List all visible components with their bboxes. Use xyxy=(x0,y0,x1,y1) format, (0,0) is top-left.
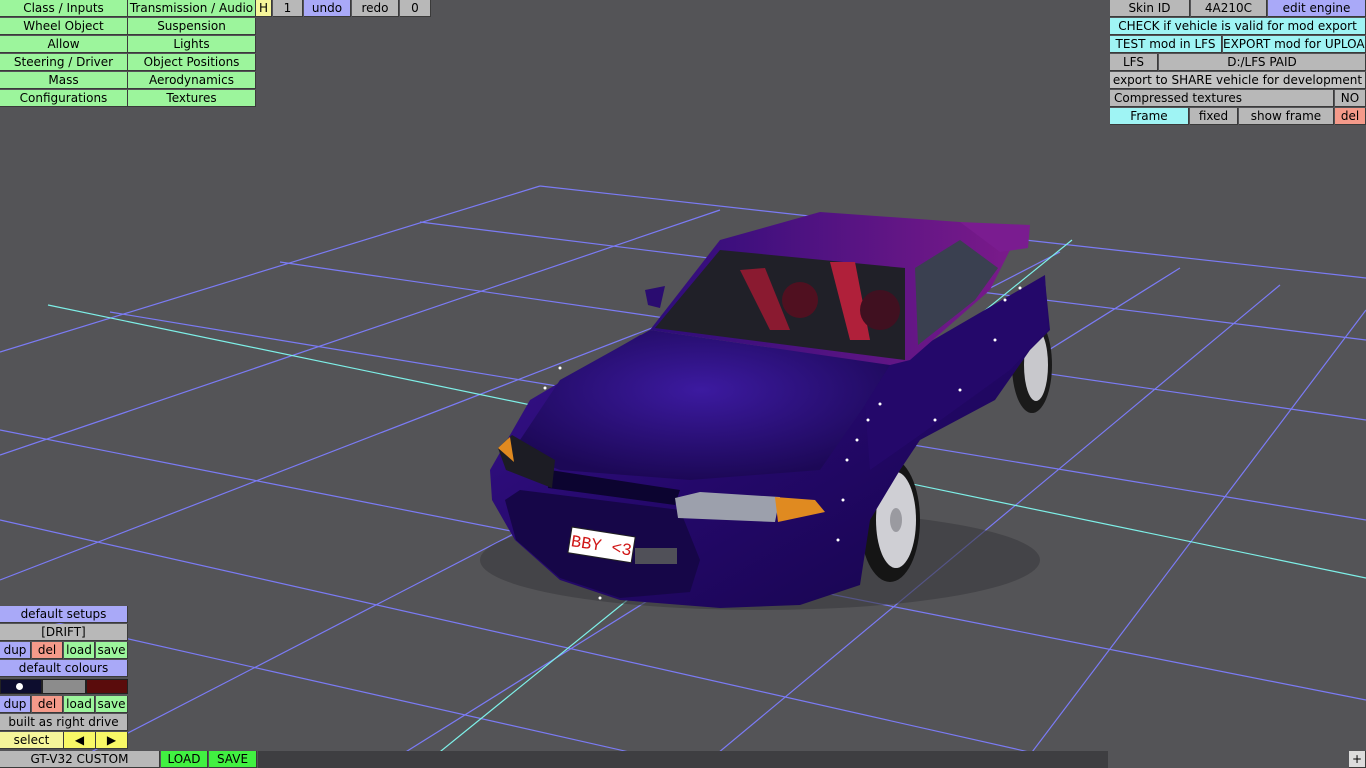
compressed-textures-label: Compressed textures xyxy=(1110,90,1334,107)
redo-button[interactable]: redo xyxy=(352,0,399,17)
export-share-button[interactable]: export to SHARE vehicle for development xyxy=(1110,72,1366,89)
colour-swatch-2[interactable] xyxy=(42,679,86,694)
default-colours-button[interactable]: default colours xyxy=(0,660,128,677)
selected-swatch-dot-icon xyxy=(16,683,23,690)
lights-button[interactable]: Lights xyxy=(128,36,256,53)
configurations-button[interactable]: Configurations xyxy=(0,90,128,107)
history-h-label: H xyxy=(256,0,272,17)
setup-load-button[interactable]: load xyxy=(64,642,95,659)
prev-arrow-icon[interactable]: ◀ xyxy=(64,732,96,749)
vehicle-name-field[interactable]: GT-V32 CUSTOM xyxy=(0,751,160,768)
car-model: BBY <3 xyxy=(480,212,1052,610)
skin-id-label: Skin ID xyxy=(1110,0,1190,17)
status-bar xyxy=(258,751,1108,768)
frame-button[interactable]: Frame xyxy=(1110,108,1189,125)
setup-dup-button[interactable]: dup xyxy=(0,642,31,659)
edit-engine-button[interactable]: edit engine xyxy=(1268,0,1366,17)
built-as-right-drive-toggle[interactable]: built as right drive xyxy=(0,714,128,731)
transmission-audio-button[interactable]: Transmission / Audio xyxy=(128,0,256,17)
suspension-button[interactable]: Suspension xyxy=(128,18,256,35)
fixed-button[interactable]: fixed xyxy=(1190,108,1238,125)
setup-save-button[interactable]: save xyxy=(96,642,128,659)
aerodynamics-button[interactable]: Aerodynamics xyxy=(128,72,256,89)
setup-name-field[interactable]: [DRIFT] xyxy=(0,624,128,641)
steering-driver-button[interactable]: Steering / Driver xyxy=(0,54,128,71)
textures-button[interactable]: Textures xyxy=(128,90,256,107)
undo-button[interactable]: undo xyxy=(304,0,351,17)
load-vehicle-button[interactable]: LOAD xyxy=(161,751,208,768)
class-inputs-button[interactable]: Class / Inputs xyxy=(0,0,128,17)
save-vehicle-button[interactable]: SAVE xyxy=(209,751,257,768)
redo-count: 0 xyxy=(400,0,431,17)
compressed-textures-toggle[interactable]: NO xyxy=(1335,90,1366,107)
history-count: 1 xyxy=(273,0,303,17)
show-frame-button[interactable]: show frame xyxy=(1239,108,1334,125)
next-arrow-icon[interactable]: ▶ xyxy=(96,732,128,749)
select-button[interactable]: select xyxy=(0,732,64,749)
skin-id-value[interactable]: 4A210C xyxy=(1191,0,1267,17)
colour-load-button[interactable]: load xyxy=(64,696,95,713)
plus-icon[interactable]: + xyxy=(1349,751,1366,768)
export-upload-button[interactable]: EXPORT mod for UPLOAD xyxy=(1223,36,1366,53)
lfs-path-field[interactable]: D:/LFS PAID xyxy=(1159,54,1366,71)
default-setups-button[interactable]: default setups xyxy=(0,606,128,623)
colour-save-button[interactable]: save xyxy=(96,696,128,713)
object-positions-button[interactable]: Object Positions xyxy=(128,54,256,71)
allow-button[interactable]: Allow xyxy=(0,36,128,53)
check-valid-button[interactable]: CHECK if vehicle is valid for mod export xyxy=(1110,18,1366,35)
frame-delete-button[interactable]: del xyxy=(1335,108,1366,125)
colour-dup-button[interactable]: dup xyxy=(0,696,31,713)
colour-swatch-3[interactable] xyxy=(86,679,128,694)
wheel-object-button[interactable]: Wheel Object xyxy=(0,18,128,35)
mass-button[interactable]: Mass xyxy=(0,72,128,89)
setup-del-button[interactable]: del xyxy=(32,642,63,659)
colour-del-button[interactable]: del xyxy=(32,696,63,713)
lfs-label: LFS xyxy=(1110,54,1158,71)
test-mod-button[interactable]: TEST mod in LFS xyxy=(1110,36,1222,53)
